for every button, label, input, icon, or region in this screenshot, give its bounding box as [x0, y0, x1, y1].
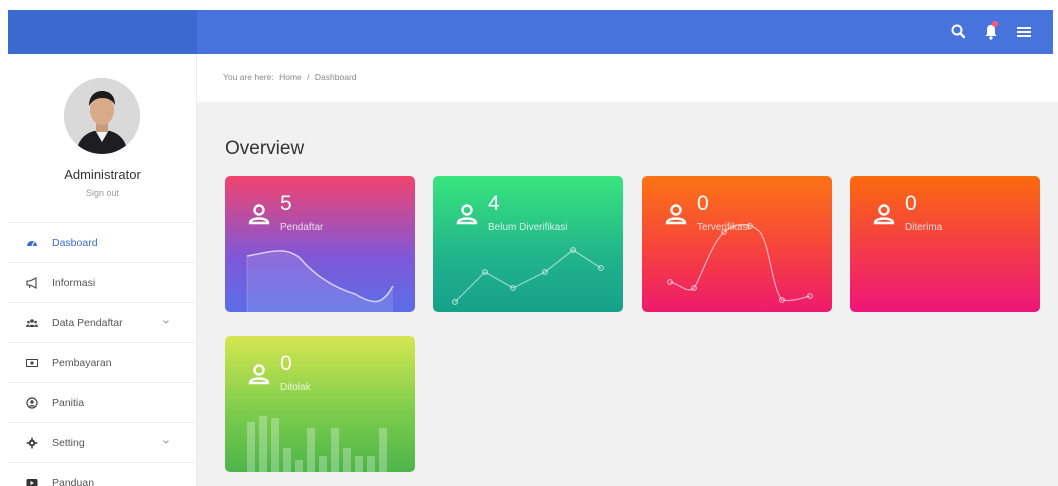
stat-card-ditolak[interactable]: 0 Ditolak — [225, 336, 415, 472]
sidebar-item-setting[interactable]: Setting — [8, 422, 197, 462]
megaphone-icon — [26, 276, 38, 289]
card-value: 0 — [697, 192, 709, 215]
app-root: Administrator Sign out Dasboard Informas… — [0, 0, 1058, 486]
breadcrumb-home[interactable]: Home — [279, 72, 302, 82]
sidebar-item-panduan[interactable]: Panduan — [8, 462, 197, 486]
card-value: 5 — [280, 192, 292, 215]
card-label: Diterima — [905, 222, 943, 233]
users-icon — [26, 317, 38, 329]
stat-card-diterima[interactable]: 0 Diterima — [850, 176, 1040, 312]
breadcrumb-prefix: You are here: — [223, 72, 274, 82]
card-value: 0 — [905, 192, 917, 215]
chevron-down-icon — [161, 437, 171, 447]
stat-card-terverifikasi[interactable]: 0 Terverifikasi — [642, 176, 832, 312]
user-circle-icon — [26, 396, 38, 409]
money-icon — [26, 357, 38, 369]
sidebar-item-label: Dasboard — [52, 236, 98, 249]
gear-icon — [26, 437, 38, 449]
page-title: Overview — [225, 138, 305, 159]
menu-icon[interactable] — [1014, 22, 1034, 42]
sign-out-link[interactable]: Sign out — [8, 188, 197, 198]
chevron-down-icon — [161, 317, 171, 327]
breadcrumb-bar: You are here: Home / Dashboard — [197, 54, 1058, 102]
card-label: Belum Diverifikasi — [488, 222, 568, 233]
card-sparkline — [247, 416, 387, 472]
user-icon — [247, 362, 271, 386]
stat-card-pendaftar[interactable]: 5 Pendaftar — [225, 176, 415, 312]
sidebar-item-data-pendaftar[interactable]: Data Pendaftar — [8, 302, 197, 342]
card-value: 0 — [280, 352, 292, 375]
user-icon — [247, 202, 271, 226]
card-sparkline — [667, 223, 813, 303]
sidebar-item-label: Informasi — [52, 276, 96, 289]
main-content: Overview 5 Pendaftar 4 Belum Diverifikas… — [197, 102, 1058, 486]
sidebar: Administrator Sign out Dasboard Informas… — [8, 54, 197, 486]
top-navbar — [197, 10, 1053, 54]
card-sparkline — [452, 247, 604, 305]
card-value: 4 — [488, 192, 500, 215]
card-label: Terverifikasi — [697, 222, 750, 233]
card-label: Ditolak — [280, 382, 311, 393]
stat-card-belum-diverifikasi[interactable]: 4 Belum Diverifikasi — [433, 176, 623, 312]
sidebar-item-label: Panitia — [52, 396, 85, 409]
user-icon — [455, 202, 479, 226]
card-label: Pendaftar — [280, 222, 324, 233]
sidebar-item-panitia[interactable]: Panitia — [8, 382, 197, 422]
sidebar-item-pembayaran[interactable]: Pembayaran — [8, 342, 197, 382]
admin-name: Administrator — [64, 167, 141, 182]
sidebar-item-dasboard[interactable]: Dasboard — [8, 222, 197, 262]
brand-area[interactable] — [8, 10, 197, 54]
bell-icon[interactable] — [981, 21, 1001, 42]
video-icon — [26, 477, 38, 486]
user-icon — [664, 202, 688, 226]
sidebar-item-label: Pembayaran — [52, 356, 112, 369]
notification-dot — [992, 21, 998, 27]
sidebar-item-label: Data Pendaftar — [52, 316, 123, 329]
sidebar-menu: Dasboard Informasi Data Pendaftar Pembay… — [8, 222, 197, 486]
sidebar-item-informasi[interactable]: Informasi — [8, 262, 197, 302]
breadcrumb: You are here: Home / Dashboard — [223, 72, 360, 82]
breadcrumb-separator: / — [307, 72, 310, 82]
sidebar-item-label: Panduan — [52, 476, 95, 486]
avatar[interactable] — [64, 78, 140, 154]
search-icon[interactable] — [949, 22, 969, 42]
user-icon — [872, 202, 896, 226]
card-sparkline — [246, 250, 394, 312]
breadcrumb-current: Dashboard — [314, 72, 357, 82]
dashboard-icon — [26, 237, 38, 249]
sidebar-item-label: Setting — [52, 436, 85, 449]
